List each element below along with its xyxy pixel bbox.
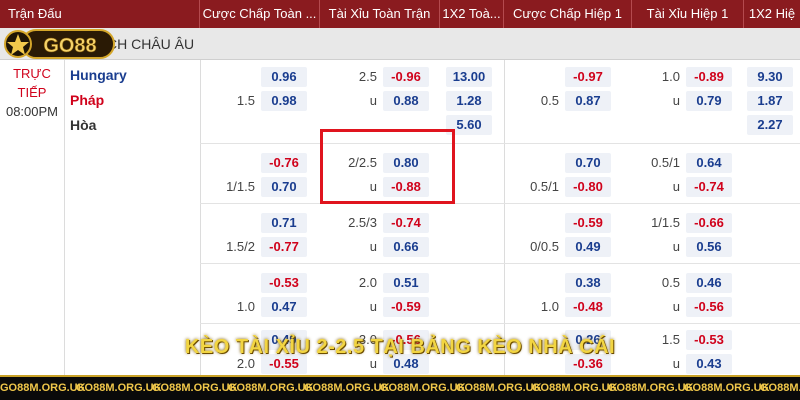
odds-1x2-price[interactable]: 1.28 <box>446 91 492 111</box>
logo-text: GO88 <box>43 35 96 57</box>
header-1x2-half1[interactable]: 1X2 Hiệ <box>744 0 800 28</box>
highlight-box <box>320 129 455 204</box>
odds-price[interactable]: 0.70 <box>261 177 307 197</box>
odds-line: 0.5/1 <box>530 179 559 194</box>
odds-price[interactable]: -0.97 <box>565 67 611 87</box>
odds-price[interactable]: -0.80 <box>565 177 611 197</box>
watermark-text: GO88M.ORG.UK <box>760 382 800 394</box>
odds-price[interactable]: -0.48 <box>565 297 611 317</box>
odds-price[interactable]: -0.56 <box>686 297 732 317</box>
watermark-text: GO88M.ORG.UK <box>532 382 618 394</box>
header-1x2-fulltime[interactable]: 1X2 Toà... <box>440 0 504 28</box>
odds-price[interactable]: 0.64 <box>686 153 732 173</box>
odds-line: u <box>672 93 680 108</box>
team-home[interactable]: Hungary <box>70 67 127 83</box>
odds-line: 1.5 <box>236 93 255 108</box>
odds-price[interactable]: 0.96 <box>261 67 307 87</box>
odds-line: 1/1.5 <box>226 179 255 194</box>
odds-line: u <box>672 239 680 254</box>
odds-line: u <box>672 299 680 314</box>
odds-line: 1/1.5 <box>651 215 680 230</box>
odds-price[interactable]: 0.66 <box>383 237 429 257</box>
header-overunder-fulltime[interactable]: Tài Xỉu Toàn Trận <box>320 0 440 28</box>
odds-line: u <box>369 299 377 314</box>
header-overunder-half1[interactable]: Tài Xỉu Hiệp 1 <box>632 0 744 28</box>
odds-price[interactable]: 0.38 <box>565 273 611 293</box>
watermark-text: GO88M.ORG.UK <box>152 382 238 394</box>
row-divider <box>200 323 800 324</box>
odds-price[interactable]: -0.59 <box>383 297 429 317</box>
watermark-text: GO88M.ORG.UK <box>380 382 466 394</box>
table-header: Trận Đấu Cược Chấp Toàn ... Tài Xỉu Toàn… <box>0 0 800 28</box>
odds-1x2-price[interactable]: 13.00 <box>446 67 492 87</box>
row-divider <box>200 263 800 264</box>
odds-price[interactable]: 0.56 <box>686 237 732 257</box>
odds-line: u <box>369 93 377 108</box>
league-row: CH CHÂU ÂU <box>0 28 800 60</box>
row-divider <box>200 203 800 204</box>
team-away[interactable]: Pháp <box>70 92 104 108</box>
odds-price[interactable]: -0.96 <box>383 67 429 87</box>
odds-price[interactable]: 0.70 <box>565 153 611 173</box>
odds-line: 2.5 <box>358 69 377 84</box>
odds-price[interactable]: -0.53 <box>261 273 307 293</box>
row-divider <box>200 143 800 144</box>
brand-logo: GO88 <box>0 25 120 63</box>
header-handicap-fulltime[interactable]: Cược Chấp Toàn ... <box>200 0 320 28</box>
odds-line: u <box>672 179 680 194</box>
league-name[interactable]: CH CHÂU ÂU <box>107 28 194 60</box>
odds-line: 1.0 <box>236 299 255 314</box>
odds-line: 0.5 <box>661 275 680 290</box>
odds-price[interactable]: 0.98 <box>261 91 307 111</box>
header-handicap-half1[interactable]: Cược Chấp Hiệp 1 <box>504 0 632 28</box>
watermark-strip: GO88M.ORG.UKGO88M.ORG.UKGO88M.ORG.UKGO88… <box>0 375 800 400</box>
odds-price[interactable]: -0.74 <box>383 213 429 233</box>
odds-1x2-half1-price[interactable]: 1.87 <box>747 91 793 111</box>
caption-text: KÈO TÀI XỈU 2-2.5 TẠI BẢNG KÈO NHÀ CÁI <box>184 336 616 358</box>
odds-price[interactable]: 0.46 <box>686 273 732 293</box>
watermark-text: GO88M.ORG.UK <box>228 382 314 394</box>
header-match: Trận Đấu <box>0 0 200 28</box>
odds-1x2-half1-price[interactable]: 2.27 <box>747 115 793 135</box>
odds-line: 1.5/2 <box>226 239 255 254</box>
odds-line: u <box>369 239 377 254</box>
watermark-text: GO88M.ORG.UK <box>0 382 86 394</box>
odds-price[interactable]: 0.87 <box>565 91 611 111</box>
watermark-text: GO88M.ORG.UK <box>456 382 542 394</box>
watermark-text: GO88M.ORG.UK <box>304 382 390 394</box>
odds-line: 0/0.5 <box>530 239 559 254</box>
odds-price[interactable]: 0.71 <box>261 213 307 233</box>
match-status: TRỰC TIẾP 08:00PM <box>0 64 64 121</box>
odds-price[interactable]: 0.79 <box>686 91 732 111</box>
team-draw: Hòa <box>70 117 97 133</box>
odds-price[interactable]: -0.59 <box>565 213 611 233</box>
odds-price[interactable]: -0.74 <box>686 177 732 197</box>
odds-price[interactable]: 0.49 <box>565 237 611 257</box>
watermark-text: GO88M.ORG.UK <box>76 382 162 394</box>
odds-line: 0.5/1 <box>651 155 680 170</box>
odds-line: 1.0 <box>540 299 559 314</box>
live-label-2: TIẾP <box>17 85 47 100</box>
odds-price[interactable]: -0.89 <box>686 67 732 87</box>
odds-price[interactable]: 0.47 <box>261 297 307 317</box>
odds-price[interactable]: -0.66 <box>686 213 732 233</box>
odds-line: 1.0 <box>661 69 680 84</box>
live-label-1: TRỰC <box>13 66 51 81</box>
odds-line: 2.5/3 <box>348 215 377 230</box>
watermark-text: GO88M.ORG.UK <box>608 382 694 394</box>
match-time: 08:00PM <box>5 104 59 119</box>
odds-price[interactable]: 0.88 <box>383 91 429 111</box>
odds-price[interactable]: -0.77 <box>261 237 307 257</box>
odds-line: 0.5 <box>540 93 559 108</box>
odds-line: 2.0 <box>358 275 377 290</box>
odds-1x2-half1-price[interactable]: 9.30 <box>747 67 793 87</box>
odds-price[interactable]: 0.51 <box>383 273 429 293</box>
odds-price[interactable]: -0.76 <box>261 153 307 173</box>
watermark-text: GO88M.ORG.UK <box>684 382 770 394</box>
